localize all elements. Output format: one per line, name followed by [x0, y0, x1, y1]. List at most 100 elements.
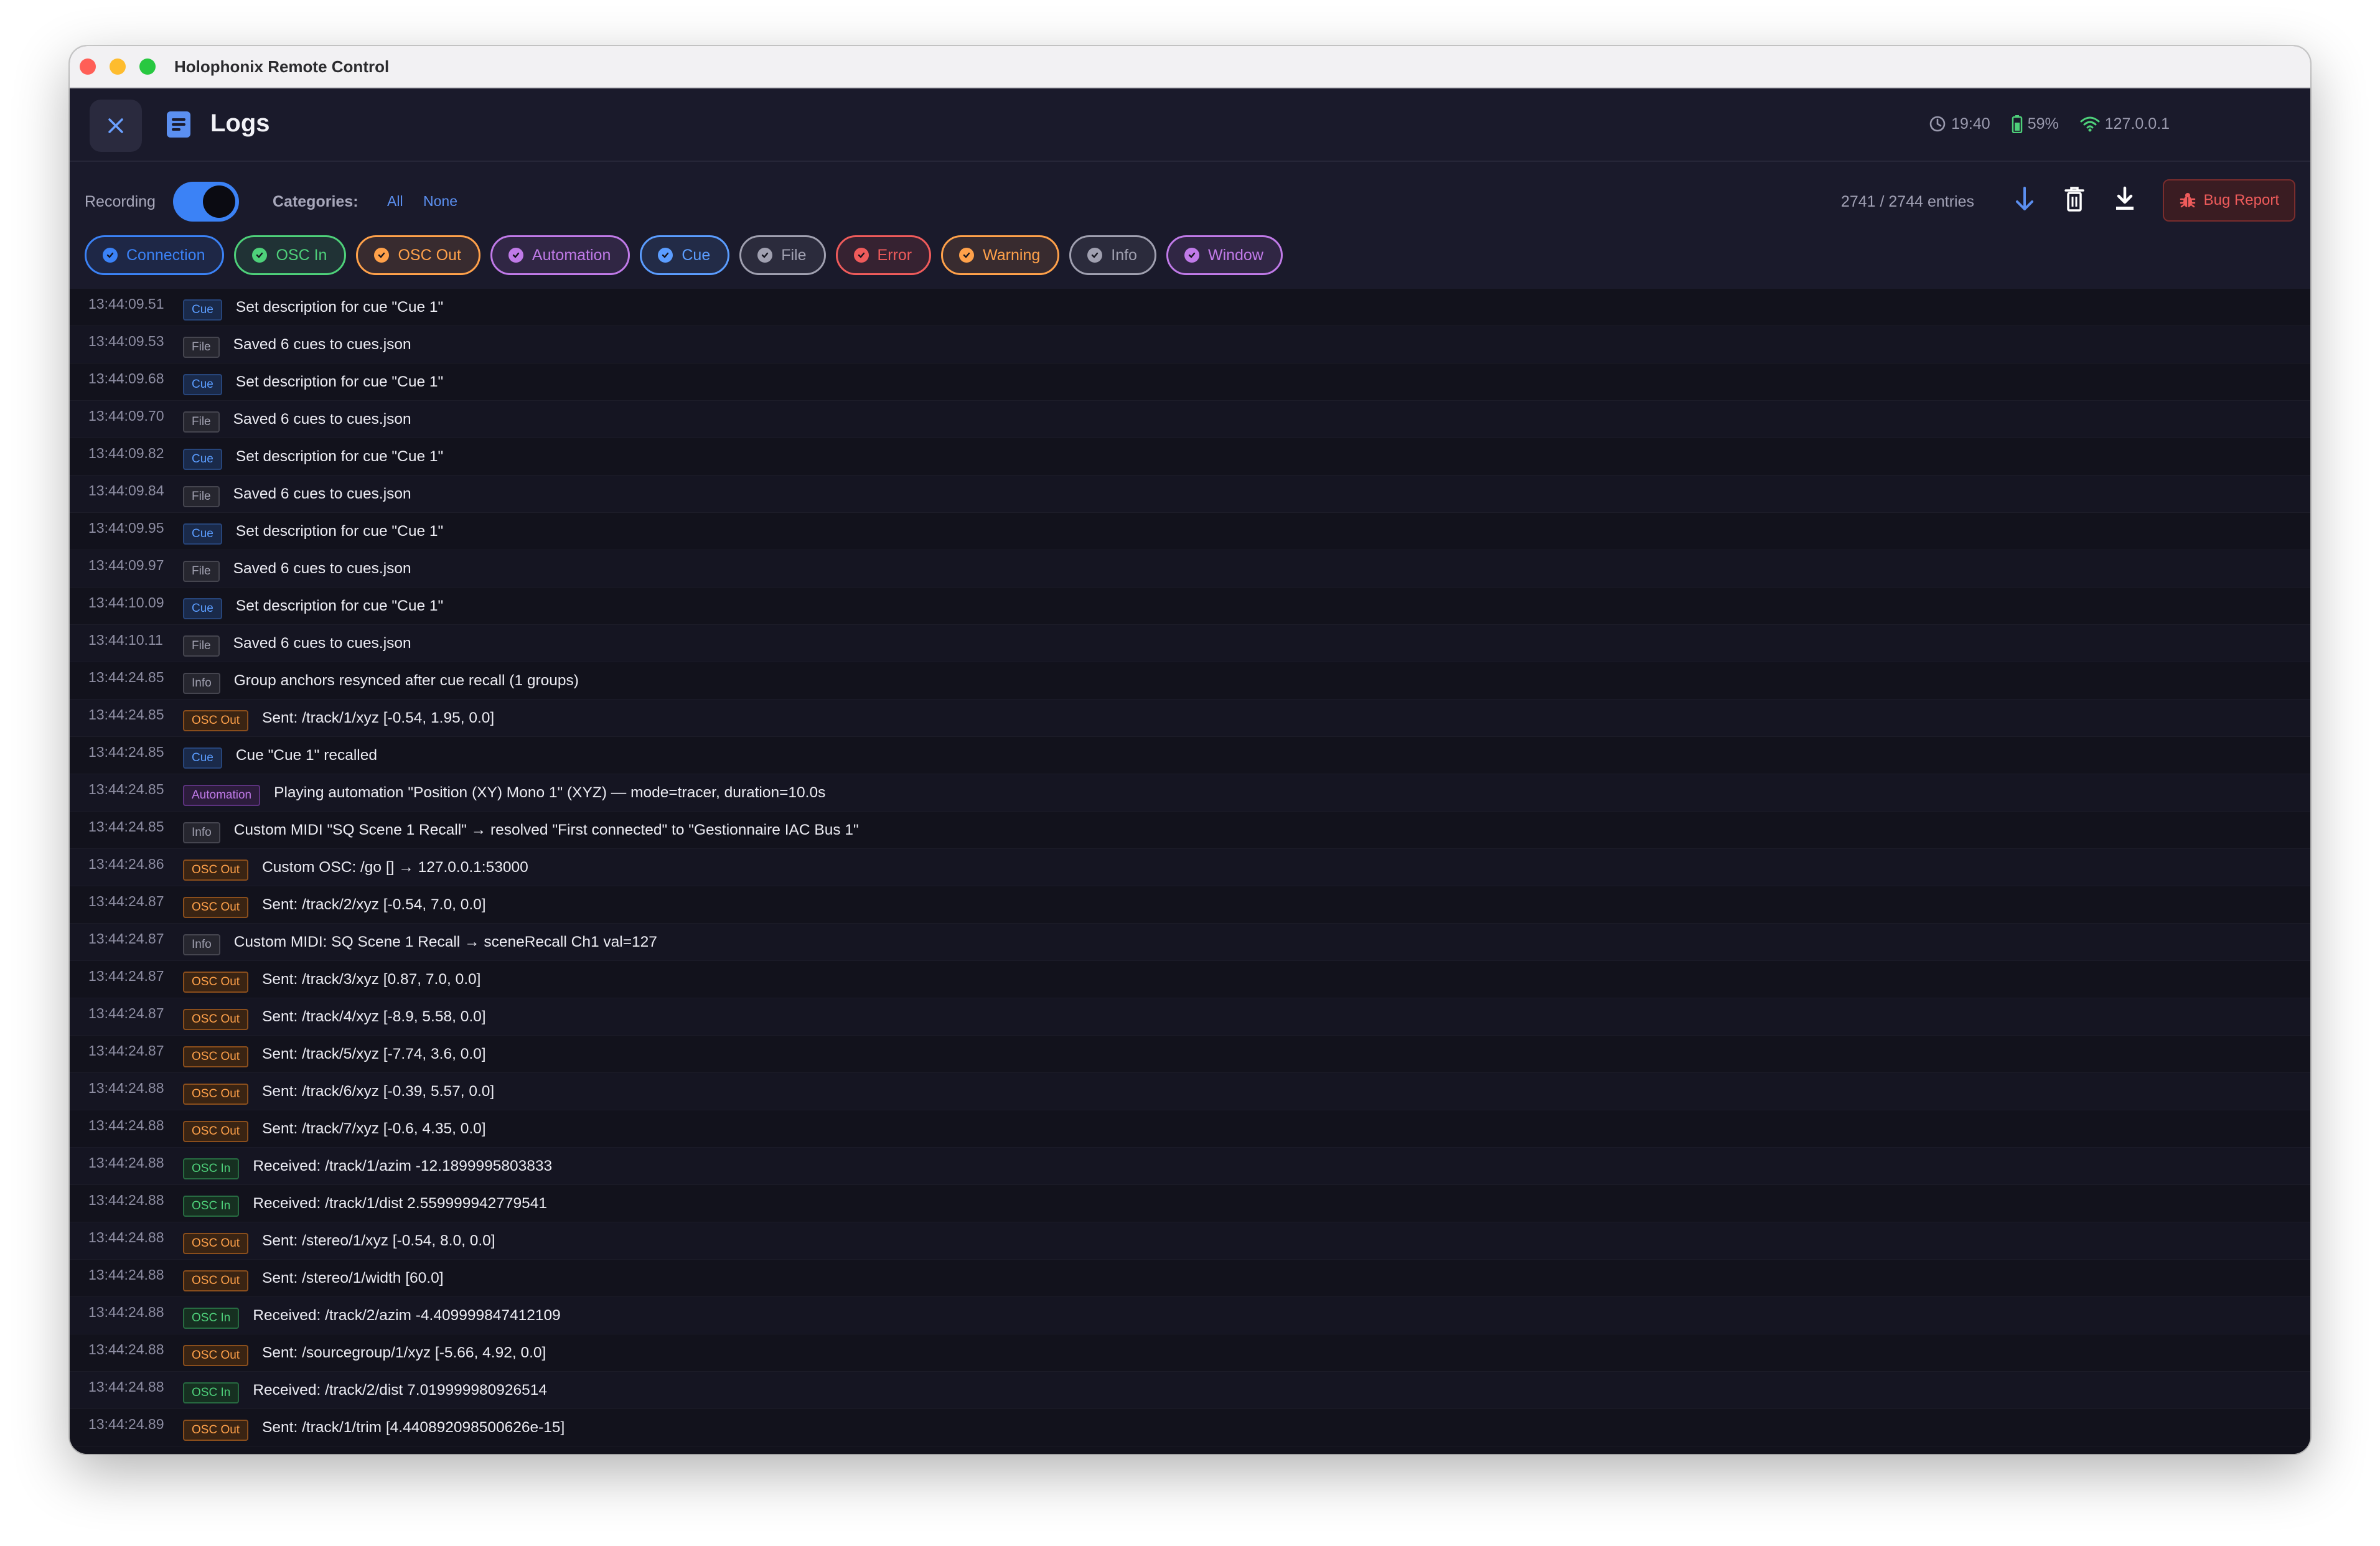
log-row[interactable]: 13:44:09.84 File Saved 6 cues to cues.json: [70, 476, 2310, 513]
filter-chip-error[interactable]: Error: [835, 235, 932, 275]
log-row[interactable]: 13:44:24.88 OSC In Received: /track/2/dist…: [70, 1372, 2310, 1409]
zoom-window-button[interactable]: [139, 59, 156, 75]
log-row[interactable]: 13:44:24.89 OSC Out Sent: /track/1/trim [4…: [70, 1409, 2310, 1446]
wifi-icon: [2080, 116, 2100, 132]
log-row[interactable]: 13:44:24.85 Cue Cue "Cue 1" recalled: [70, 737, 2310, 774]
log-category-badge: OSC Out: [183, 1344, 249, 1366]
log-row[interactable]: 13:44:24.87 Info Custom MIDI: SQ Scene 1 R…: [70, 924, 2310, 961]
log-row[interactable]: 13:44:10.09 Cue Set description for cue "C…: [70, 588, 2310, 625]
clock-icon: [1929, 116, 1946, 132]
log-message: Sent: /track/1/xyz [-0.54, 1.95, 0.0]: [262, 709, 495, 726]
log-category-badge: OSC In: [183, 1307, 240, 1329]
log-row[interactable]: 13:44:24.86 OSC Out Custom OSC: /go [] → 1…: [70, 849, 2310, 886]
log-row[interactable]: 13:44:24.88 OSC Out Sent: /track/6/xyz [-0…: [70, 1073, 2310, 1110]
filter-chip-warning[interactable]: Warning: [941, 235, 1060, 275]
filter-chip-label: Automation: [532, 246, 611, 264]
log-message: Set description for cue "Cue 1": [235, 298, 444, 316]
battery-icon: [2012, 115, 2022, 133]
log-category-badge: Info: [183, 822, 220, 843]
close-icon: [108, 118, 123, 133]
log-timestamp: 13:44:24.85: [88, 781, 164, 797]
check-icon: [1184, 248, 1199, 263]
log-timestamp: 13:44:24.88: [88, 1192, 164, 1208]
log-timestamp: 13:44:24.87: [88, 893, 164, 909]
filter-chip-osc-in[interactable]: OSC In: [234, 235, 347, 275]
bug-report-button[interactable]: Bug Report: [2162, 179, 2295, 222]
log-row[interactable]: 13:44:09.95 Cue Set description for cue "C…: [70, 513, 2310, 550]
log-category-badge: Info: [183, 672, 220, 694]
log-message: Custom MIDI: SQ Scene 1 Recall → sceneRe…: [233, 933, 657, 950]
close-window-button[interactable]: [80, 59, 96, 75]
log-row[interactable]: 13:44:09.82 Cue Set description for cue "C…: [70, 438, 2310, 476]
filter-chip-label: OSC Out: [398, 246, 461, 264]
log-category-badge: OSC Out: [183, 1232, 249, 1254]
window-title: Holophonix Remote Control: [174, 57, 390, 76]
filter-chip-osc-out[interactable]: OSC Out: [356, 235, 480, 275]
log-row[interactable]: 13:44:24.87 OSC Out Sent: /track/3/xyz [0.…: [70, 961, 2310, 998]
check-icon: [103, 248, 118, 263]
log-row[interactable]: 13:44:24.88 OSC Out Sent: /stereo/1/width …: [70, 1260, 2310, 1297]
log-row[interactable]: 13:44:24.87 OSC Out Sent: /track/2/xyz [-0…: [70, 886, 2310, 924]
log-timestamp: 13:44:24.88: [88, 1267, 164, 1283]
log-row[interactable]: 13:44:24.88 OSC In Received: /track/2/azim…: [70, 1297, 2310, 1334]
log-message: Custom MIDI "SQ Scene 1 Recall" → resolv…: [233, 821, 859, 838]
filter-chip-info[interactable]: Info: [1069, 235, 1156, 275]
log-message: Sent: /stereo/1/width [60.0]: [262, 1269, 444, 1286]
log-category-badge: OSC Out: [183, 1419, 249, 1441]
log-message: Custom OSC: /go [] → 127.0.0.1:53000: [262, 858, 528, 876]
log-row[interactable]: 13:44:24.87 OSC Out Sent: /track/4/xyz [-8…: [70, 998, 2310, 1036]
log-category-badge: OSC In: [183, 1195, 240, 1217]
status-bar: 19:40 59% 127.0.0.1: [1918, 115, 2170, 133]
log-message: Sent: /sourcegroup/1/xyz [-5.66, 4.92, 0…: [262, 1344, 546, 1361]
log-timestamp: 13:44:24.88: [88, 1117, 164, 1133]
select-none-link[interactable]: None: [423, 193, 457, 210]
log-row[interactable]: 13:44:24.85 OSC Out Sent: /track/1/xyz [-0…: [70, 700, 2310, 737]
log-row[interactable]: 13:44:09.70 File Saved 6 cues to cues.json: [70, 401, 2310, 438]
log-row[interactable]: 13:44:10.11 File Saved 6 cues to cues.json: [70, 625, 2310, 662]
log-message: Set description for cue "Cue 1": [235, 373, 444, 390]
log-row[interactable]: 13:44:24.88 OSC In Received: /track/1/azim…: [70, 1148, 2310, 1185]
log-row[interactable]: 13:44:24.85 Info Group anchors resynced af…: [70, 662, 2310, 700]
trash-icon[interactable]: [2064, 185, 2085, 213]
log-row[interactable]: 13:44:24.88 OSC In Received: /track/1/dist…: [70, 1185, 2310, 1222]
filter-chip-file[interactable]: File: [739, 235, 826, 275]
log-row[interactable]: 13:44:24.88 OSC Out Sent: /track/7/xyz [-0…: [70, 1110, 2310, 1148]
log-timestamp: 13:44:09.82: [88, 445, 164, 461]
document-icon: [167, 111, 190, 138]
log-row[interactable]: 13:44:09.53 File Saved 6 cues to cues.json: [70, 326, 2310, 363]
filter-chip-automation[interactable]: Automation: [490, 235, 630, 275]
filter-chip-cue[interactable]: Cue: [640, 235, 730, 275]
log-message: Sent: /track/4/xyz [-8.9, 5.58, 0.0]: [262, 1008, 486, 1025]
log-timestamp: 13:44:24.87: [88, 1042, 164, 1059]
recording-toggle[interactable]: [173, 182, 239, 222]
log-row[interactable]: 13:44:24.85 Automation Playing automation …: [70, 774, 2310, 812]
log-timestamp: 13:44:24.88: [88, 1379, 164, 1395]
download-icon[interactable]: [2114, 185, 2136, 213]
log-row[interactable]: 13:44:09.51 Cue Set description for cue "C…: [70, 289, 2310, 326]
log-row[interactable]: 13:44:09.68 Cue Set description for cue "C…: [70, 363, 2310, 401]
log-row[interactable]: 13:44:24.85 Info Custom MIDI "SQ Scene 1 R…: [70, 812, 2310, 849]
filter-chip-connection[interactable]: Connection: [85, 235, 225, 275]
filter-chip-label: Error: [877, 246, 912, 264]
log-category-badge: OSC Out: [183, 1008, 249, 1030]
select-all-link[interactable]: All: [387, 193, 403, 210]
log-message: Sent: /track/5/xyz [-7.74, 3.6, 0.0]: [262, 1045, 486, 1062]
log-row[interactable]: 13:44:09.97 File Saved 6 cues to cues.json: [70, 550, 2310, 588]
log-timestamp: 13:44:09.84: [88, 482, 164, 499]
recording-label: Recording: [85, 193, 156, 210]
check-icon: [959, 248, 975, 263]
log-row[interactable]: 13:44:24.87 OSC Out Sent: /track/5/xyz [-7…: [70, 1036, 2310, 1073]
minimize-window-button[interactable]: [110, 59, 126, 75]
log-category-badge: OSC Out: [183, 710, 249, 731]
log-timestamp: 13:44:09.68: [88, 370, 164, 386]
log-timestamp: 13:44:24.87: [88, 1005, 164, 1021]
log-row[interactable]: 13:44:24.88 OSC Out Sent: /stereo/1/xyz [-…: [70, 1222, 2310, 1260]
close-logs-button[interactable]: [90, 100, 142, 152]
entry-count: 2741 / 2744 entries: [1840, 193, 1974, 210]
filter-chip-window[interactable]: Window: [1166, 235, 1283, 275]
log-row[interactable]: 13:44:24.88 OSC Out Sent: /sourcegroup/1/x…: [70, 1334, 2310, 1372]
bug-icon: [2180, 193, 2195, 208]
log-list[interactable]: 13:44:09.51 Cue Set description for cue "C…: [70, 289, 2310, 1454]
filter-chip-label: Cue: [682, 246, 711, 264]
scroll-to-bottom-icon[interactable]: [2014, 185, 2035, 213]
